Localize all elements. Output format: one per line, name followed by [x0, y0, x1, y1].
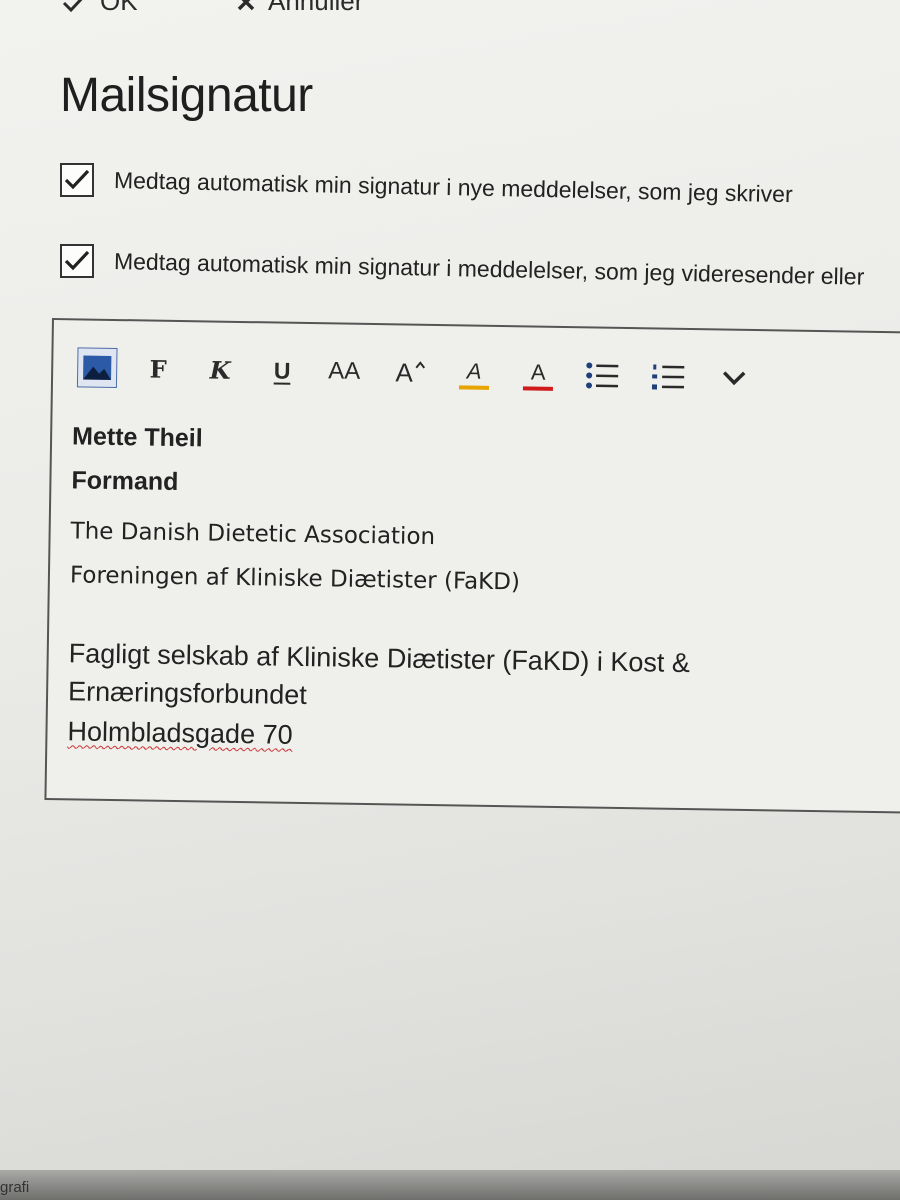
signature-society: Fagligt selskab af Kliniske Diætister (F… [68, 638, 691, 679]
bold-button[interactable]: F [135, 345, 182, 392]
signature-org-danish: Foreningen af Kliniske Diætister (FaKD) [69, 562, 521, 596]
grow-font-button[interactable]: A [387, 349, 434, 396]
command-bar: OK Annuller [0, 0, 900, 26]
cancel-label: Annuller [268, 0, 364, 16]
option-new-messages: Medtag automatisk min signatur i nye med… [60, 163, 793, 207]
checkbox-forward-reply[interactable] [60, 244, 94, 278]
option-forward-reply: Medtag automatisk min signatur i meddele… [60, 244, 865, 289]
grow-font-icon: A [395, 356, 414, 388]
signature-editor[interactable]: F K U AA A A A Mette Theil Formand The D… [44, 318, 900, 815]
checkmark-icon [64, 169, 90, 190]
underline-icon: U [273, 356, 291, 384]
insert-image-icon [83, 355, 112, 380]
cancel-button[interactable]: Annuller [236, 0, 363, 17]
more-options-button[interactable] [711, 354, 758, 401]
checkbox-new-messages[interactable] [60, 163, 94, 197]
highlight-button[interactable]: A [451, 350, 498, 397]
numbering-button[interactable] [645, 353, 692, 400]
ok-button[interactable]: OK [62, 0, 138, 17]
italic-icon: K [209, 354, 231, 385]
font-color-icon: A [530, 359, 546, 385]
signature-name: Mette Theil [71, 422, 203, 453]
page-title: Mailsignatur [60, 69, 313, 122]
signature-role: Formand [71, 466, 179, 497]
numbering-icon [651, 364, 685, 390]
close-icon [237, 0, 255, 10]
highlight-icon: A [466, 358, 482, 384]
footer-fragment: grafi [0, 1179, 30, 1196]
ok-label: OK [100, 0, 138, 16]
italic-button[interactable]: K [197, 346, 244, 393]
taskbar-edge [0, 1170, 900, 1200]
chevron-down-icon [722, 371, 746, 386]
font-size-button[interactable]: AA [321, 348, 368, 395]
bullets-button[interactable] [579, 352, 626, 399]
highlight-color-bar [458, 384, 489, 390]
formatting-toolbar: F K U AA A A A [76, 344, 898, 405]
font-color-bar [522, 385, 553, 391]
bold-icon: F [149, 354, 167, 384]
signature-federation: Ernæringsforbundet [67, 676, 307, 711]
option-forward-reply-label: Medtag automatisk min signatur i meddele… [113, 247, 865, 290]
signature-address: Holmbladsgade 70 [67, 716, 293, 750]
caret-up-icon [415, 361, 425, 369]
bullets-icon [586, 362, 619, 389]
checkmark-icon [62, 0, 82, 12]
signature-org-english: The Danish Dietetic Association [70, 518, 436, 551]
font-size-icon: AA [327, 357, 361, 385]
checkmark-icon [64, 250, 90, 271]
insert-image-button[interactable] [76, 347, 118, 389]
underline-button[interactable]: U [259, 347, 306, 394]
option-new-messages-label: Medtag automatisk min signatur i nye med… [113, 166, 793, 207]
font-color-button[interactable]: A [515, 351, 562, 398]
